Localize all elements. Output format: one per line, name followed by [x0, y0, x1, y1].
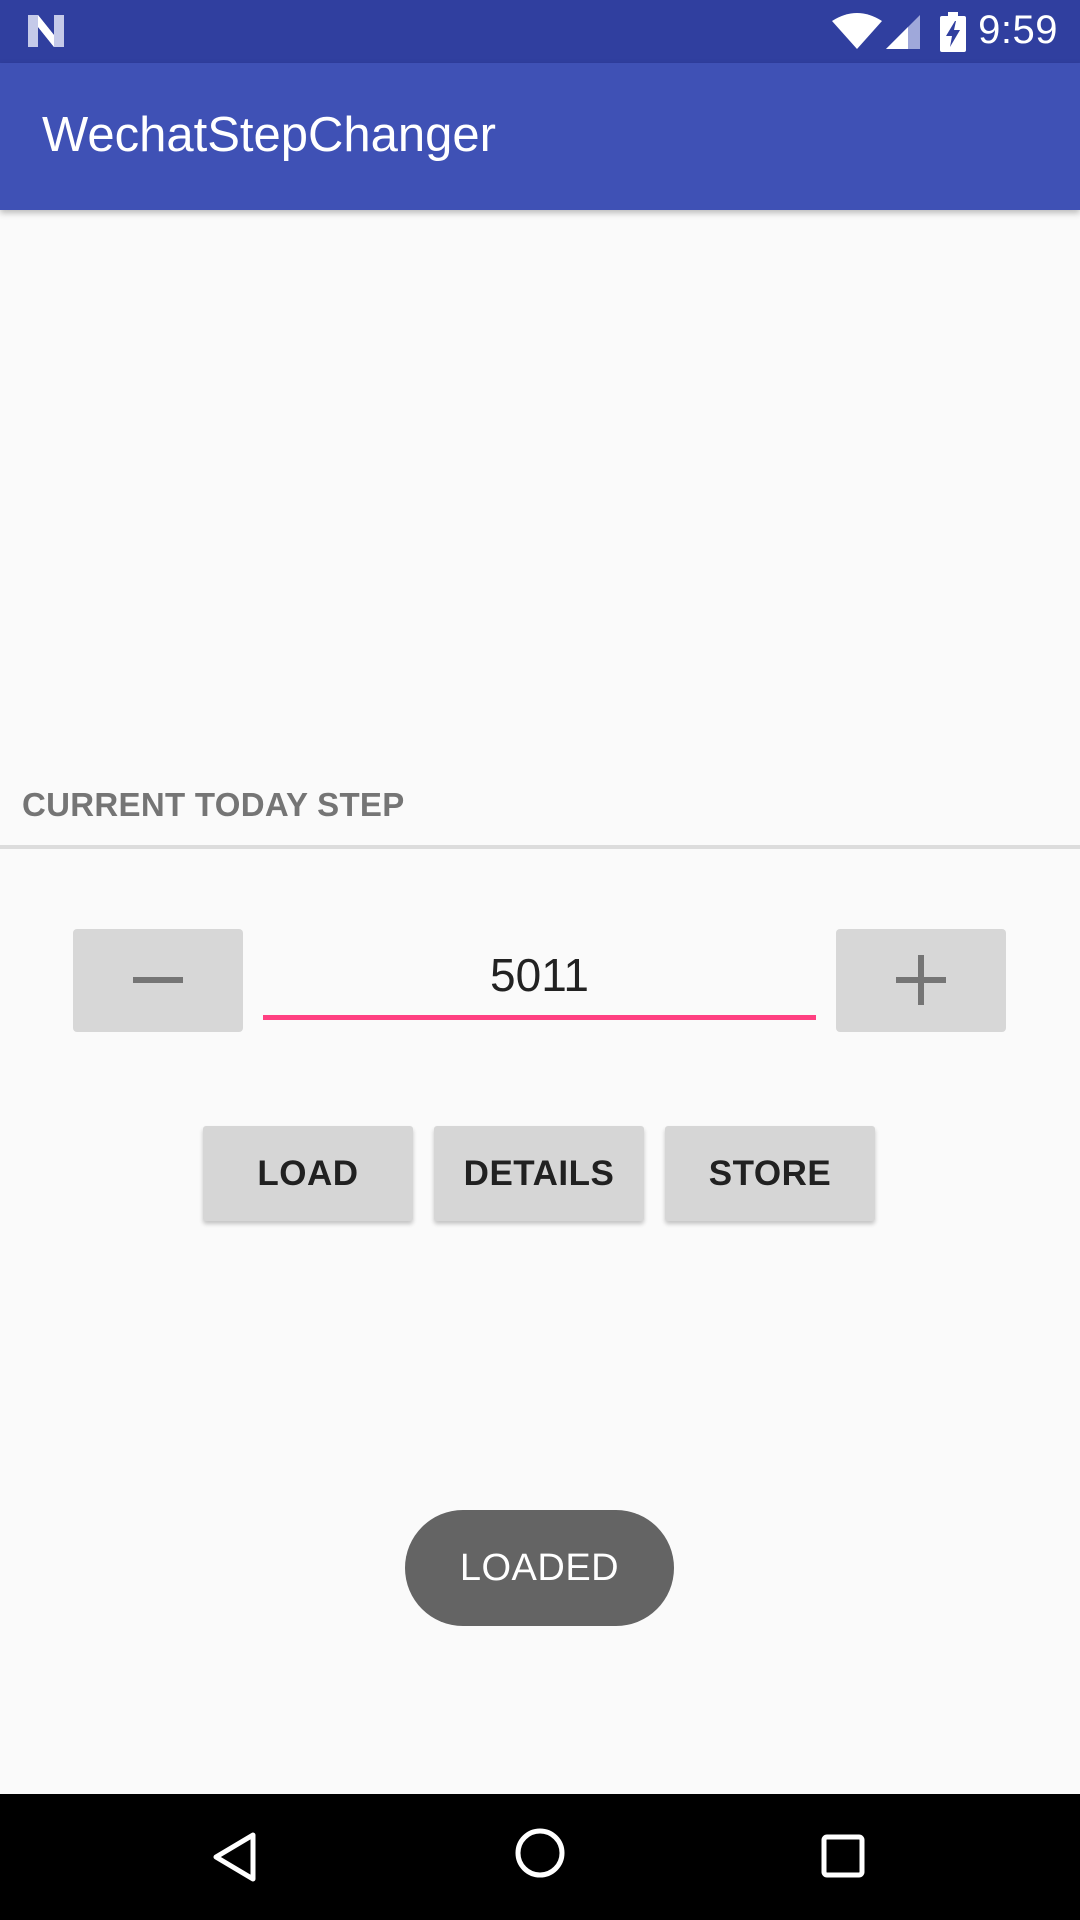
- details-button[interactable]: DETAILS: [434, 1126, 644, 1221]
- wifi-icon: [832, 13, 882, 56]
- step-count-input[interactable]: [263, 935, 816, 1015]
- app-title: WechatStepChanger: [42, 108, 496, 162]
- app-bar: WechatStepChanger: [0, 63, 1080, 210]
- increment-button[interactable]: [836, 929, 1006, 1032]
- recents-icon[interactable]: [821, 1834, 865, 1883]
- plus-icon: [896, 955, 946, 1005]
- status-clock: 9:59: [978, 8, 1058, 52]
- navigation-bar: [0, 1794, 1080, 1920]
- store-button[interactable]: STORE: [665, 1126, 875, 1221]
- step-field: [263, 935, 816, 1022]
- battery-charging-icon: [940, 12, 966, 57]
- toast-message: LOADED: [405, 1510, 674, 1626]
- decrement-button[interactable]: [73, 929, 243, 1032]
- section-divider: [0, 845, 1080, 849]
- android-n-icon: [26, 13, 66, 54]
- minus-icon: [133, 977, 183, 983]
- section-header: CURRENT TODAY STEP: [22, 786, 405, 823]
- cell-signal-icon: [884, 13, 922, 56]
- home-icon[interactable]: [514, 1827, 566, 1884]
- load-button[interactable]: LOAD: [203, 1126, 413, 1221]
- screen: 9:59 WechatStepChanger CURRENT TODAY STE…: [0, 0, 1080, 1920]
- back-icon[interactable]: [211, 1831, 257, 1888]
- step-input-underline: [263, 1015, 816, 1020]
- status-bar: 9:59: [0, 0, 1080, 63]
